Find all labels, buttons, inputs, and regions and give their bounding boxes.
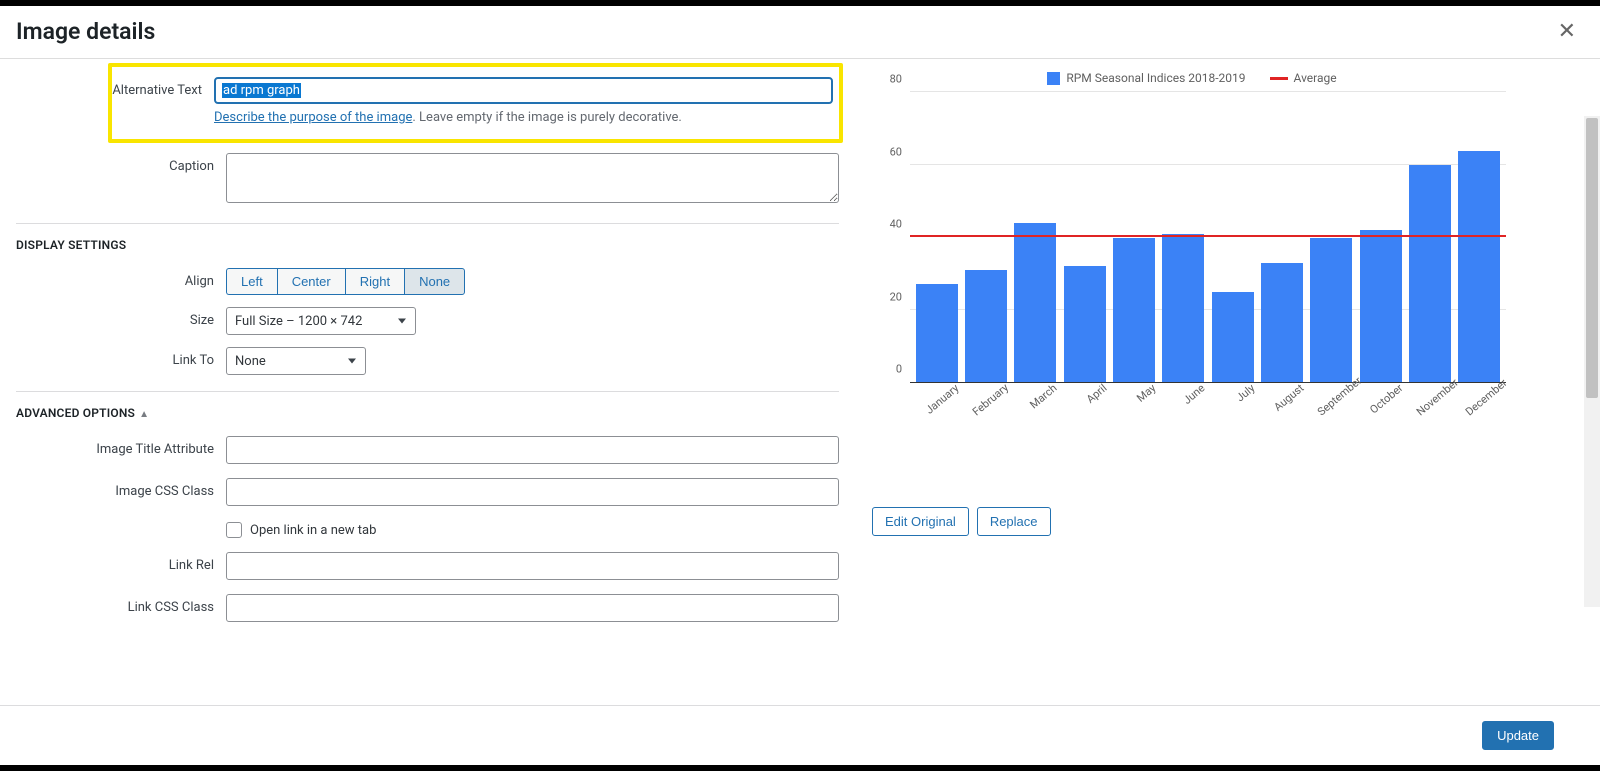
new-tab-checkbox-row[interactable]: Open link in a new tab bbox=[226, 520, 839, 538]
link-to-select[interactable]: None bbox=[226, 347, 366, 375]
new-tab-checkbox-label: Open link in a new tab bbox=[250, 523, 376, 538]
scrollbar-thumb[interactable] bbox=[1586, 118, 1598, 398]
chart-bar bbox=[1113, 238, 1155, 383]
display-settings-heading: DISPLAY SETTINGS bbox=[0, 238, 855, 264]
preview-panel: RPM Seasonal Indices 2018-2019 Average 0… bbox=[855, 59, 1600, 687]
alt-text-label: Alternative Text bbox=[112, 77, 214, 98]
alt-text-value-selected: ad rpm graph bbox=[222, 83, 301, 98]
legend-item-average: Average bbox=[1270, 71, 1337, 85]
chart-bar bbox=[1360, 230, 1402, 382]
legend-item-bars: RPM Seasonal Indices 2018-2019 bbox=[1047, 71, 1245, 85]
divider bbox=[16, 223, 839, 224]
caption-textarea[interactable] bbox=[226, 153, 839, 203]
chart-bar bbox=[1162, 234, 1204, 382]
new-tab-checkbox[interactable] bbox=[226, 522, 242, 538]
chart-bar bbox=[1212, 292, 1254, 382]
legend-series-name: RPM Seasonal Indices 2018-2019 bbox=[1066, 71, 1245, 85]
link-rel-input[interactable] bbox=[226, 552, 839, 580]
chart-bar bbox=[1064, 266, 1106, 382]
bar-swatch-icon bbox=[1047, 72, 1060, 85]
chart-bar bbox=[1261, 263, 1303, 382]
scrollbar-track[interactable] bbox=[1584, 116, 1600, 607]
align-right-button[interactable]: Right bbox=[345, 268, 404, 295]
x-axis-labels: JanuaryFebruaryMarchAprilMayJuneJulyAugu… bbox=[910, 383, 1506, 433]
image-title-input[interactable] bbox=[226, 436, 839, 464]
size-select-value: Full Size – 1200 × 742 bbox=[235, 314, 362, 329]
alt-text-input[interactable]: ad rpm graph bbox=[214, 77, 833, 104]
chart-bar bbox=[1458, 151, 1500, 382]
y-tick: 0 bbox=[896, 363, 902, 376]
size-select[interactable]: Full Size – 1200 × 742 bbox=[226, 307, 416, 335]
chart-plot-area: 020406080 bbox=[910, 93, 1506, 383]
align-left-button[interactable]: Left bbox=[226, 268, 277, 295]
modal-header: Image details ✕ bbox=[0, 6, 1600, 59]
chart-bar bbox=[916, 284, 958, 382]
close-button[interactable]: ✕ bbox=[1550, 14, 1584, 48]
align-label: Align bbox=[16, 268, 226, 289]
modal-footer: Update bbox=[0, 705, 1600, 765]
link-to-select-value: None bbox=[235, 354, 266, 369]
alt-text-hint: Describe the purpose of the image. Leave… bbox=[214, 110, 833, 125]
x-label: December bbox=[1463, 382, 1527, 447]
align-button-group: Left Center Right None bbox=[226, 268, 465, 295]
link-css-class-label: Link CSS Class bbox=[16, 594, 226, 615]
divider bbox=[16, 391, 839, 392]
link-rel-label: Link Rel bbox=[16, 552, 226, 573]
line-swatch-icon bbox=[1270, 77, 1288, 80]
caption-label: Caption bbox=[16, 153, 226, 174]
y-tick: 20 bbox=[890, 290, 902, 303]
y-tick: 40 bbox=[890, 218, 902, 231]
describe-purpose-link[interactable]: Describe the purpose of the image bbox=[214, 110, 412, 125]
alt-text-highlight: Alternative Text ad rpm graph Describe t… bbox=[108, 63, 843, 143]
image-css-class-input[interactable] bbox=[226, 478, 839, 506]
y-tick: 80 bbox=[890, 73, 902, 86]
preview-actions: Edit Original Replace bbox=[872, 507, 1600, 536]
size-label: Size bbox=[16, 307, 226, 328]
close-icon: ✕ bbox=[1558, 18, 1576, 43]
image-css-class-label: Image CSS Class bbox=[16, 478, 226, 499]
link-to-label: Link To bbox=[16, 347, 226, 368]
y-axis: 020406080 bbox=[876, 93, 906, 382]
advanced-options-heading[interactable]: ADVANCED OPTIONS bbox=[0, 406, 855, 432]
y-tick: 60 bbox=[890, 145, 902, 158]
modal-title: Image details bbox=[16, 18, 155, 45]
gridline bbox=[910, 91, 1506, 92]
chart-bars bbox=[910, 93, 1506, 382]
chart-bar bbox=[1014, 223, 1056, 382]
chart-bar bbox=[1409, 165, 1451, 382]
chart-bar bbox=[965, 270, 1007, 382]
replace-button[interactable]: Replace bbox=[977, 507, 1051, 536]
update-button[interactable]: Update bbox=[1482, 721, 1554, 750]
alt-text-hint-rest: . Leave empty if the image is purely dec… bbox=[412, 110, 681, 125]
chart-bar bbox=[1310, 238, 1352, 383]
align-center-button[interactable]: Center bbox=[277, 268, 345, 295]
window-bottom-border bbox=[0, 765, 1600, 771]
align-none-button[interactable]: None bbox=[404, 268, 465, 295]
link-css-class-input[interactable] bbox=[226, 594, 839, 622]
image-title-label: Image Title Attribute bbox=[16, 436, 226, 457]
legend-average-name: Average bbox=[1294, 71, 1337, 85]
chart-legend: RPM Seasonal Indices 2018-2019 Average bbox=[872, 71, 1512, 85]
average-line bbox=[910, 235, 1506, 237]
chart-preview: RPM Seasonal Indices 2018-2019 Average 0… bbox=[872, 71, 1512, 471]
edit-original-button[interactable]: Edit Original bbox=[872, 507, 969, 536]
settings-panel: Alternative Text ad rpm graph Describe t… bbox=[0, 59, 855, 687]
